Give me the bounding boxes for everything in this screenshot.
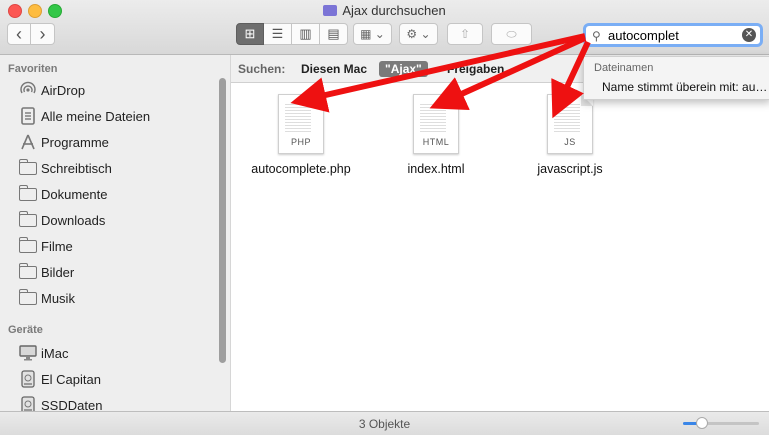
sidebar-item-label: SSDDaten: [41, 397, 103, 412]
search-field[interactable]: ⚲ ✕: [583, 23, 763, 47]
file-item[interactable]: PHP autocomplete.php: [241, 94, 361, 176]
sidebar-item-imac[interactable]: iMac: [0, 341, 220, 365]
search-suggestions-menu: Dateinamen Name stimmt überein mit: au…: [583, 56, 769, 100]
search-input[interactable]: [608, 26, 738, 44]
sidebar-item-pictures[interactable]: Bilder: [0, 260, 220, 284]
sidebar-item-label: Musik: [41, 290, 75, 306]
sidebar-item-music[interactable]: Musik: [0, 286, 220, 310]
sidebar-item-airdrop[interactable]: AirDrop: [0, 78, 220, 102]
js-file-icon: JS: [547, 94, 593, 154]
list-view-button[interactable]: ☰: [264, 23, 292, 45]
folder-icon: [16, 158, 40, 175]
sidebar-item-desktop[interactable]: Schreibtisch: [0, 156, 220, 180]
status-bar: 3 Objekte: [0, 411, 769, 435]
icon-view-button[interactable]: ⊞: [236, 23, 264, 45]
imac-icon: [16, 345, 40, 361]
sidebar-item-label: Alle meine Dateien: [41, 108, 151, 124]
view-mode-control: ⊞ ☰ ▥ ▤: [236, 23, 348, 45]
forward-button[interactable]: ›: [31, 23, 55, 45]
airdrop-icon: [16, 81, 40, 99]
php-file-icon: PHP: [278, 94, 324, 154]
gallery-icon: ▤: [327, 26, 340, 41]
folder-icon: [16, 262, 40, 279]
slider-knob[interactable]: [696, 417, 708, 429]
folder-icon: [16, 236, 40, 253]
file-name: autocomplete.php: [251, 162, 351, 176]
folder-icon: [16, 184, 40, 201]
suggestions-header: Dateinamen: [594, 62, 654, 74]
share-button[interactable]: ⇧: [447, 23, 483, 45]
sidebar-item-downloads[interactable]: Downloads: [0, 208, 220, 232]
file-browser-area: PHP autocomplete.php HTML index.html JS …: [231, 83, 769, 411]
sidebar-item-all-files[interactable]: Alle meine Dateien: [0, 104, 220, 128]
scope-shared-button[interactable]: Freigaben: [447, 62, 504, 76]
window-title: Ajax durchsuchen: [0, 3, 769, 18]
arrange-button[interactable]: ▦ ⌄: [353, 23, 392, 45]
file-type-label: JS: [564, 137, 576, 147]
sidebar-item-label: Dokumente: [41, 186, 108, 202]
sidebar: Favoriten AirDrop Alle meine Dateien Pro…: [0, 55, 231, 411]
sidebar-item-label: Bilder: [41, 264, 75, 280]
column-view-button[interactable]: ▥: [292, 23, 320, 45]
sidebar-item-ssddaten[interactable]: SSDDaten: [0, 393, 220, 411]
item-count: 3 Objekte: [358, 417, 411, 431]
sidebar-item-label: Downloads: [41, 212, 106, 228]
sidebar-header-devices: Geräte: [8, 324, 43, 336]
folder-icon: [16, 210, 40, 227]
folder-icon: [16, 288, 40, 305]
grid-icon: ⊞: [244, 26, 256, 41]
search-icon: ⚲: [592, 29, 601, 43]
scope-label: Suchen:: [238, 62, 286, 76]
chevron-left-icon: ‹: [16, 24, 22, 44]
file-name: index.html: [407, 162, 465, 176]
sidebar-item-label: El Capitan: [41, 371, 101, 387]
tags-button[interactable]: ⬭: [491, 23, 532, 45]
sidebar-header-favorites: Favoriten: [8, 63, 58, 75]
scope-current-folder-button[interactable]: "Ajax": [379, 61, 428, 77]
disk-icon: [16, 396, 40, 411]
icon-size-slider[interactable]: [683, 417, 759, 429]
file-item[interactable]: HTML index.html: [376, 94, 496, 176]
sidebar-item-applications[interactable]: Programme: [0, 130, 220, 154]
applications-icon: [16, 133, 40, 151]
file-type-label: PHP: [290, 137, 311, 147]
share-icon: ⇧: [459, 27, 471, 41]
suggestion-item[interactable]: Name stimmt überein mit: au…: [602, 80, 769, 94]
sidebar-item-documents[interactable]: Dokumente: [0, 182, 220, 206]
action-button[interactable]: ⚙ ⌄: [399, 23, 438, 45]
clear-search-icon[interactable]: ✕: [742, 28, 756, 42]
arrange-icon: ▦ ⌄: [360, 27, 385, 41]
file-item[interactable]: JS javascript.js: [510, 94, 630, 176]
sidebar-item-label: Programme: [41, 134, 109, 150]
sidebar-item-label: iMac: [41, 345, 69, 361]
title-bar: Ajax durchsuchen ‹ › ⊞ ☰ ▥ ▤ ▦ ⌄ ⚙ ⌄ ⇧ ⬭…: [0, 0, 769, 55]
back-forward-control: ‹ ›: [7, 23, 55, 45]
columns-icon: ▥: [299, 26, 312, 41]
all-files-icon: [16, 107, 40, 125]
chevron-right-icon: ›: [39, 24, 46, 44]
sidebar-item-label: Filme: [41, 238, 73, 254]
sidebar-item-label: AirDrop: [41, 82, 86, 98]
list-icon: ☰: [271, 26, 284, 41]
sidebar-item-el-capitan[interactable]: El Capitan: [0, 367, 220, 391]
sidebar-item-label: Schreibtisch: [41, 160, 112, 176]
back-button[interactable]: ‹: [7, 23, 31, 45]
file-name: javascript.js: [537, 162, 603, 176]
disk-icon: [16, 370, 40, 388]
file-type-label: HTML: [422, 137, 450, 147]
gear-icon: ⚙ ⌄: [406, 27, 431, 41]
html-file-icon: HTML: [413, 94, 459, 154]
scope-this-mac-button[interactable]: Diesen Mac: [301, 62, 367, 76]
window-title-text: Ajax durchsuchen: [342, 3, 446, 18]
tag-icon: ⬭: [506, 26, 517, 41]
folder-icon: [323, 5, 338, 16]
sidebar-item-movies[interactable]: Filme: [0, 234, 220, 258]
gallery-view-button[interactable]: ▤: [320, 23, 348, 45]
sidebar-scrollbar[interactable]: [219, 78, 226, 363]
